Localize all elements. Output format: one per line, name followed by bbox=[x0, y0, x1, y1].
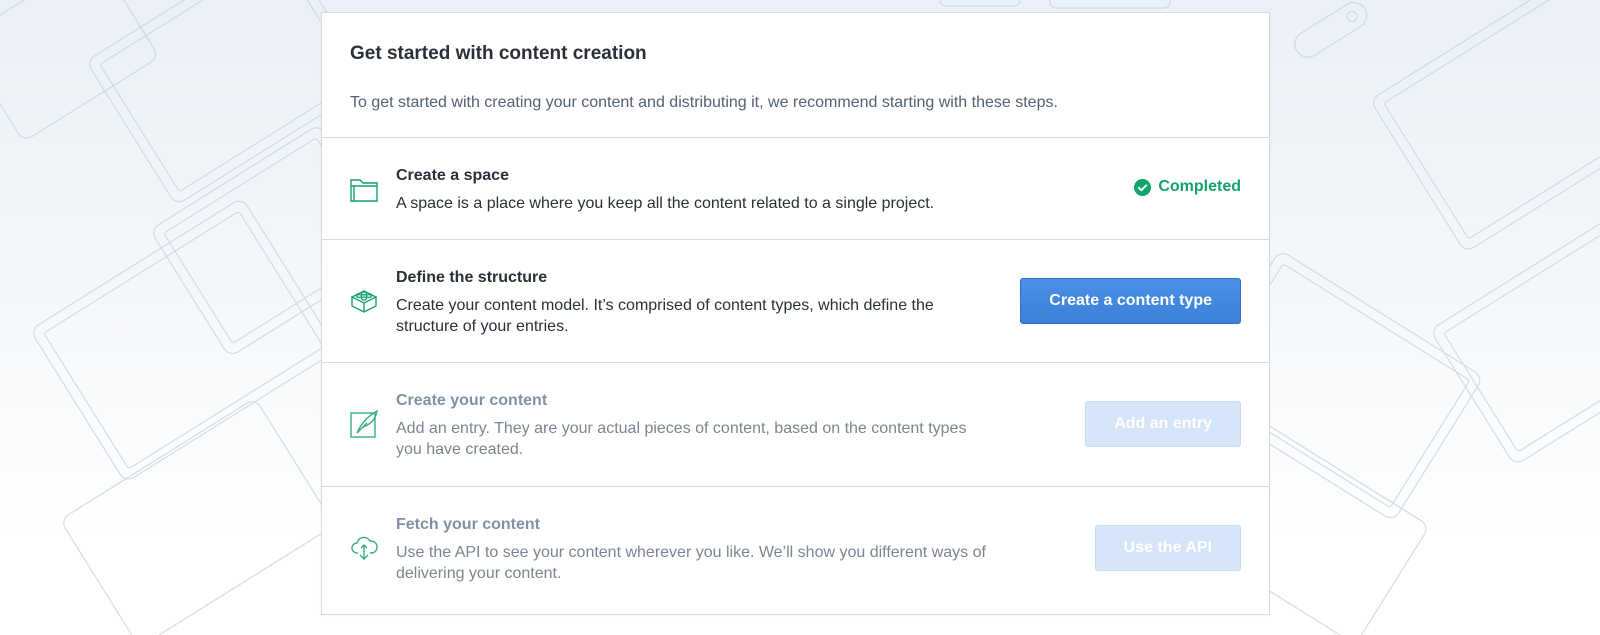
add-entry-button[interactable]: Add an entry bbox=[1085, 401, 1241, 447]
step-description: A space is a place where you keep all th… bbox=[396, 195, 935, 212]
panel-intro: To get started with creating your conten… bbox=[350, 94, 1058, 111]
step-text: Define the structure Create your content… bbox=[396, 268, 996, 337]
step-description: Create your content model. It’s comprise… bbox=[396, 297, 934, 335]
step-description: Use the API to see your content wherever… bbox=[396, 544, 986, 582]
step-create-content: Create your content Add an entry. They a… bbox=[322, 363, 1269, 487]
quill-icon bbox=[349, 409, 379, 439]
folder-icon bbox=[349, 175, 379, 205]
use-api-button[interactable]: Use the API bbox=[1094, 525, 1241, 571]
step-define-structure: Define the structure Create your content… bbox=[322, 240, 1269, 363]
step-text: Create your content Add an entry. They a… bbox=[396, 391, 996, 460]
step-title: Create your content bbox=[396, 392, 548, 409]
panel-header: Get started with content creation To get… bbox=[322, 13, 1269, 138]
step-fetch-content: Fetch your content Use the API to see yo… bbox=[322, 487, 1269, 611]
step-title: Fetch your content bbox=[396, 516, 541, 533]
step-title: Define the structure bbox=[396, 269, 548, 286]
step-text: Create a space A space is a place where … bbox=[396, 166, 996, 214]
getting-started-panel: Get started with content creation To get… bbox=[321, 12, 1270, 615]
step-text: Fetch your content Use the API to see yo… bbox=[396, 515, 996, 584]
check-circle-icon bbox=[1134, 178, 1152, 196]
step-title: Create a space bbox=[396, 167, 509, 184]
blocks-icon bbox=[349, 286, 379, 316]
step-create-space: Create a space A space is a place where … bbox=[322, 138, 1269, 240]
completed-status: Completed bbox=[1134, 178, 1241, 196]
panel-title: Get started with content creation bbox=[350, 43, 647, 64]
create-content-type-button[interactable]: Create a content type bbox=[1020, 278, 1241, 324]
cloud-download-icon bbox=[349, 533, 379, 563]
completed-label: Completed bbox=[1158, 178, 1241, 195]
step-description: Add an entry. They are your actual piece… bbox=[396, 420, 967, 458]
